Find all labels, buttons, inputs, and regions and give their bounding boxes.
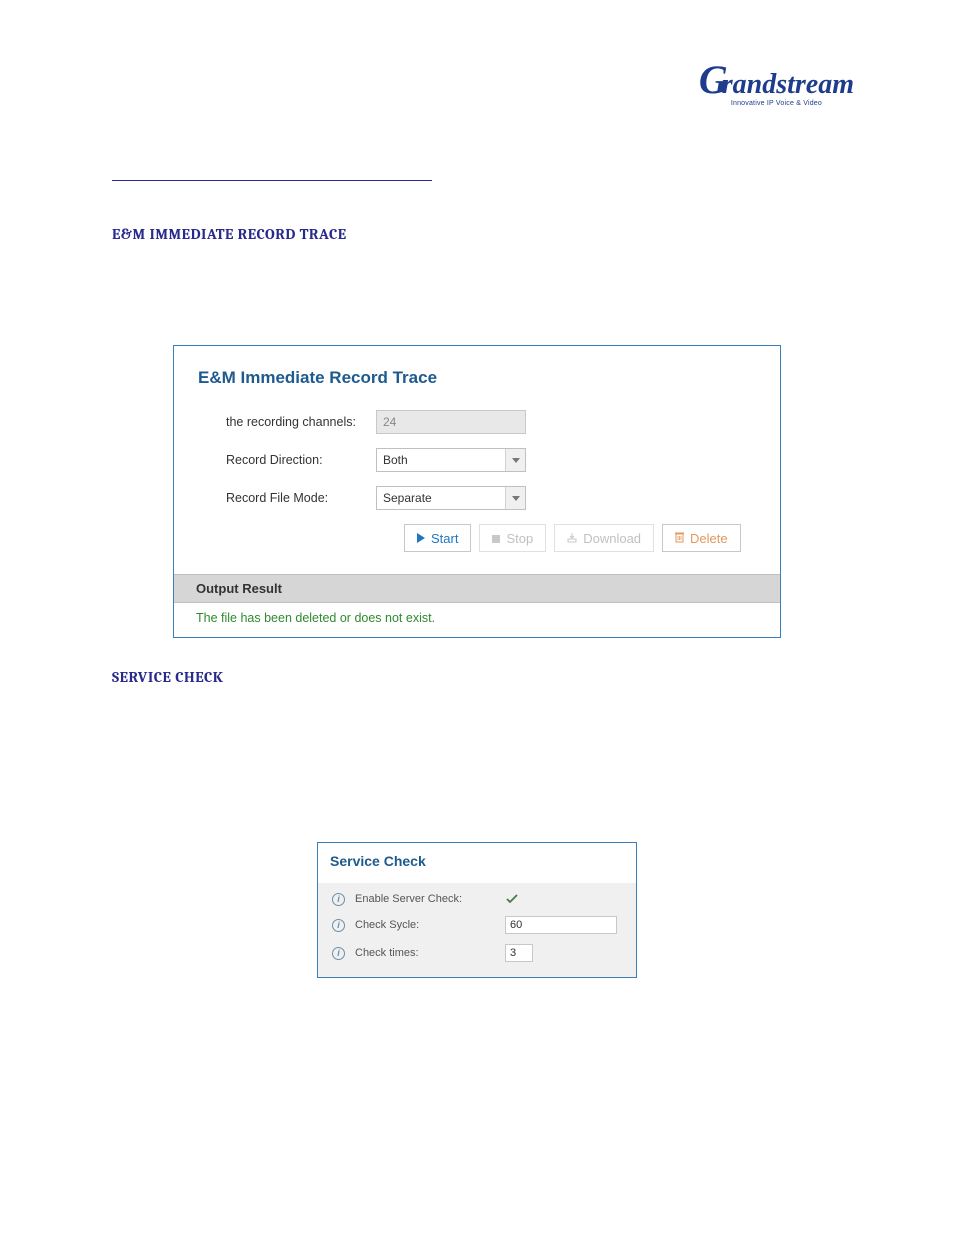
label-direction: Record Direction: (198, 453, 376, 467)
label-check-cycle: Check Sycle: (355, 919, 505, 931)
delete-button[interactable]: Delete (662, 524, 741, 552)
divider (112, 180, 432, 181)
delete-label: Delete (690, 531, 728, 546)
start-label: Start (431, 531, 458, 546)
section-heading-service-check: SERVICE CHECK (112, 668, 223, 686)
label-enable-check: Enable Server Check: (355, 893, 505, 905)
panel-title: E&M Immediate Record Trace (198, 368, 756, 388)
select-filemode[interactable]: Separate (376, 486, 526, 510)
label-check-times: Check times: (355, 947, 505, 959)
download-label: Download (583, 531, 641, 546)
label-filemode: Record File Mode: (198, 491, 376, 505)
em-trace-panel: E&M Immediate Record Trace the recording… (173, 345, 781, 638)
row-filemode: Record File Mode: Separate (198, 486, 756, 510)
download-button[interactable]: Download (554, 524, 654, 552)
trash-icon (675, 531, 684, 546)
select-direction-value: Both (376, 448, 526, 472)
label-channels: the recording channels: (198, 415, 376, 429)
row-channels: the recording channels: (198, 410, 756, 434)
service-check-panel: Service Check i Enable Server Check: i C… (317, 842, 637, 978)
input-channels (376, 410, 526, 434)
info-icon[interactable]: i (332, 947, 345, 960)
row-check-cycle: i Check Sycle: (326, 911, 628, 939)
info-icon[interactable]: i (332, 919, 345, 932)
start-button[interactable]: Start (404, 524, 471, 552)
select-filemode-value: Separate (376, 486, 526, 510)
input-check-cycle[interactable] (505, 916, 617, 934)
stop-icon (492, 531, 500, 546)
section-heading-em-trace: E&M IMMEDIATE RECORD TRACE (112, 225, 347, 243)
stop-label: Stop (506, 531, 533, 546)
service-check-title: Service Check (318, 843, 636, 883)
info-icon[interactable]: i (332, 893, 345, 906)
row-direction: Record Direction: Both (198, 448, 756, 472)
select-direction[interactable]: Both (376, 448, 526, 472)
play-icon (417, 531, 425, 546)
stop-button[interactable]: Stop (479, 524, 546, 552)
download-icon (567, 531, 577, 546)
output-header: Output Result (174, 574, 780, 603)
row-check-times: i Check times: (326, 939, 628, 967)
checkbox-enable[interactable] (505, 892, 519, 906)
input-check-times[interactable] (505, 944, 533, 962)
logo-text: Grandstream (699, 60, 854, 100)
row-enable-check: i Enable Server Check: (326, 887, 628, 911)
brand-logo: Grandstream Innovative IP Voice & Video (699, 60, 854, 107)
output-message: The file has been deleted or does not ex… (174, 603, 780, 637)
action-buttons: Start Stop Download Delete (198, 524, 756, 552)
